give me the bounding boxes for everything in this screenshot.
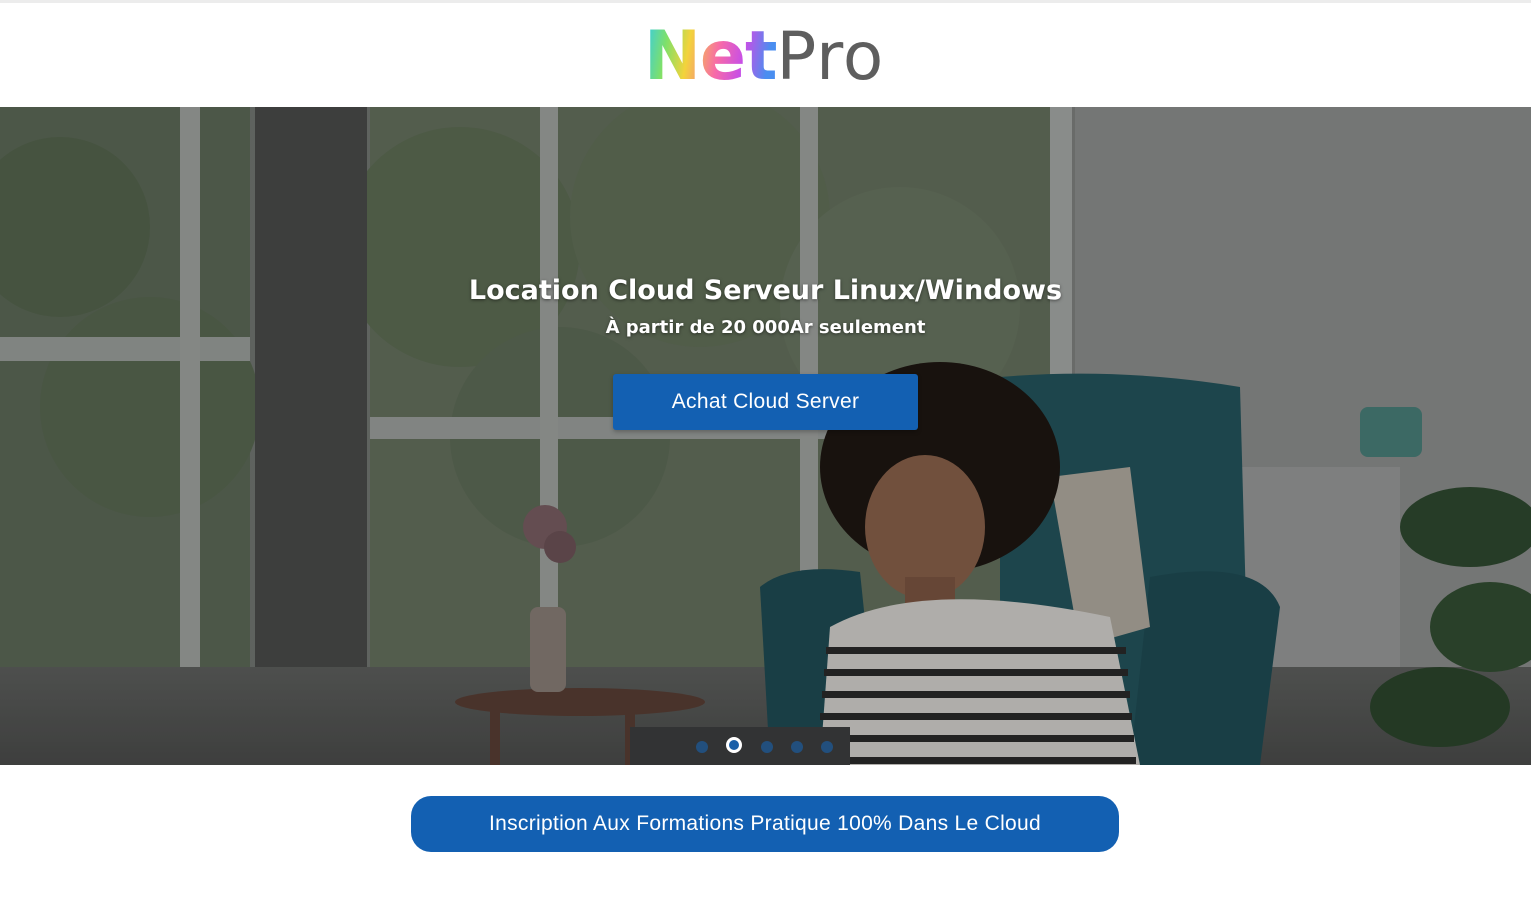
slider-dot-5[interactable]: [821, 741, 833, 753]
hero-dark-overlay: [0, 107, 1531, 765]
slider-dots: [0, 737, 1531, 757]
slider-dot-4[interactable]: [791, 741, 803, 753]
hero-title: Location Cloud Serveur Linux/Windows: [468, 275, 1063, 307]
slider-dot-1[interactable]: [696, 741, 708, 753]
slider-dot-2[interactable]: [726, 737, 742, 753]
training-registration-button[interactable]: Inscription Aux Formations Pratique 100%…: [411, 796, 1119, 852]
site-header: Net Pro: [0, 3, 1531, 107]
netpro-logo[interactable]: Net Pro: [644, 17, 884, 97]
buy-cloud-server-button[interactable]: Achat Cloud Server: [613, 374, 918, 430]
hero-slider: Location Cloud Serveur Linux/Windows À p…: [0, 107, 1531, 765]
slider-dot-3[interactable]: [761, 741, 773, 753]
hero-subtitle: À partir de 20 000Ar seulement: [605, 317, 926, 338]
logo-net-text: Net: [644, 17, 778, 96]
logo-pro-text: Pro: [776, 18, 885, 95]
